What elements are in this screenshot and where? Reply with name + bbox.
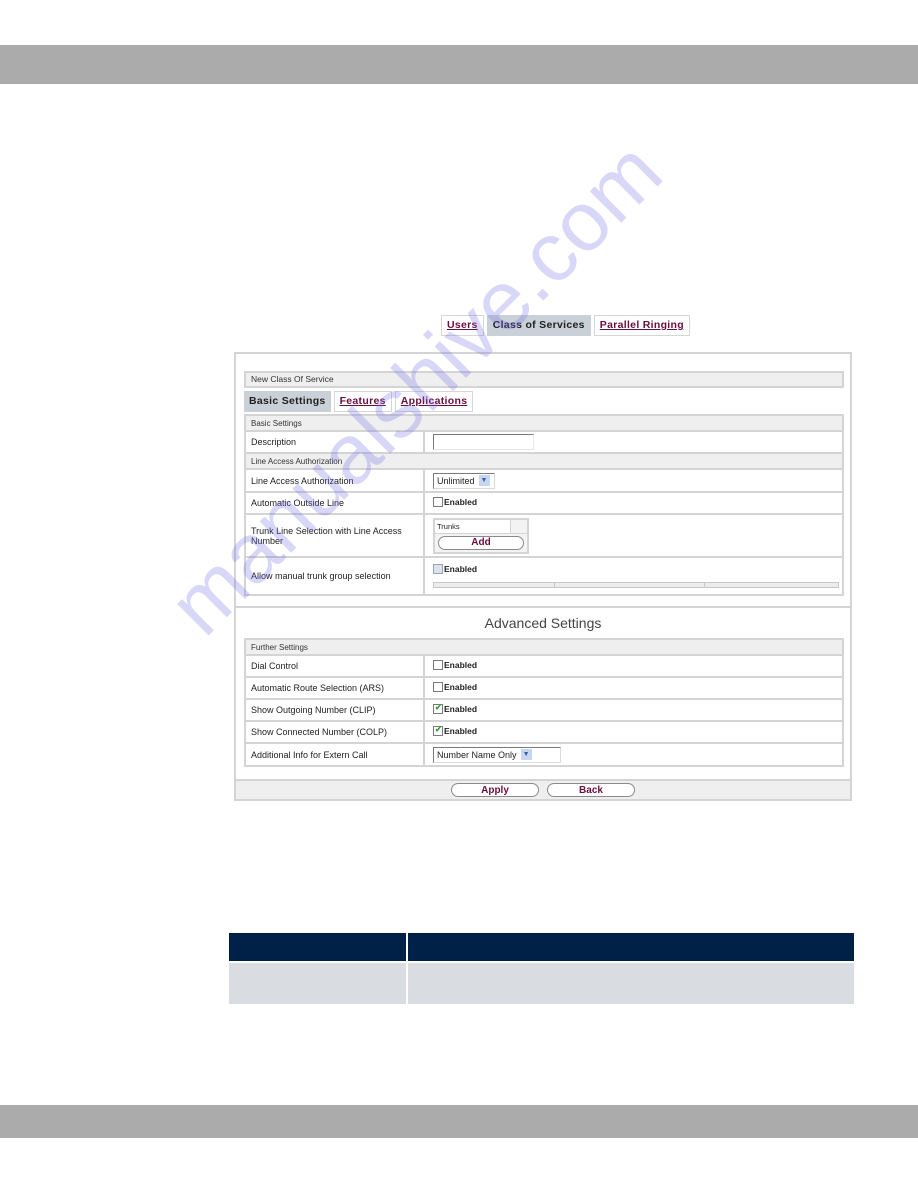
clip-label: Show Outgoing Number (CLIP) (245, 698, 425, 721)
manual-trunk-label: Allow manual trunk group selection (245, 556, 425, 595)
colp-label: Show Connected Number (COLP) (245, 720, 425, 743)
tab-applications[interactable]: Applications (394, 391, 474, 412)
tab-class-of-services[interactable]: Class of Services (486, 315, 591, 336)
checkbox-icon (433, 497, 443, 507)
checkmark-icon (433, 725, 443, 736)
line-access-label: Line Access Authorization (245, 468, 425, 492)
table-cell (407, 961, 854, 1004)
checkbox-icon (433, 682, 443, 692)
basic-settings-table: Basic Settings Description Line Access A… (244, 414, 844, 596)
sub-tabs: Basic Settings Features Applications (244, 391, 474, 412)
trunks-table: Trunks Add (433, 517, 529, 554)
trunks-column-header: Trunks (435, 519, 511, 533)
checkbox-label: Enabled (444, 682, 478, 692)
description-label: Description (245, 430, 425, 453)
apply-button[interactable]: Apply (451, 783, 539, 797)
trunk-group-scrollbar[interactable] (433, 582, 839, 588)
tab-features[interactable]: Features (333, 391, 392, 412)
further-settings-header: Further Settings (245, 639, 843, 655)
bottom-bar (0, 1105, 918, 1138)
manual-trunk-checkbox[interactable]: Enabled (433, 564, 477, 574)
line-access-header: Line Access Authorization (245, 452, 843, 469)
ars-label: Automatic Route Selection (ARS) (245, 676, 425, 699)
trunks-column-spacer (511, 519, 527, 533)
line-access-value: Unlimited (437, 475, 475, 486)
chevron-down-icon: ▼ (478, 475, 490, 486)
clip-checkbox[interactable]: Enabled (433, 703, 478, 714)
strip-segment (434, 583, 556, 587)
trunk-selection-label: Trunk Line Selection with Line Access Nu… (245, 513, 425, 557)
basic-settings-header: Basic Settings (245, 415, 843, 431)
further-settings-table: Further Settings Dial Control Enabled Au… (244, 638, 844, 767)
checkbox-label: Enabled (444, 704, 478, 714)
top-bar (0, 45, 918, 84)
line-access-select[interactable]: Unlimited ▼ (433, 472, 495, 489)
class-of-service-panel: New Class Of Service Basic Settings Feat… (234, 352, 852, 801)
colp-checkbox[interactable]: Enabled (433, 725, 478, 736)
extern-call-value: Number Name Only (437, 749, 517, 760)
checkbox-icon (433, 660, 443, 670)
extern-call-label: Additional Info for Extern Call (245, 742, 425, 766)
table-header-cell (407, 933, 854, 962)
tab-users[interactable]: Users (441, 315, 484, 336)
table-header-row (229, 933, 854, 962)
tab-parallel-ringing[interactable]: Parallel Ringing (593, 315, 690, 336)
dial-control-checkbox[interactable]: Enabled (433, 660, 477, 670)
checkbox-icon (433, 564, 443, 574)
table-row (229, 961, 854, 1004)
extern-call-select[interactable]: Number Name Only ▼ (433, 746, 561, 763)
add-trunk-button[interactable]: Add (438, 535, 524, 550)
strip-segment (705, 583, 838, 587)
table-header-cell (229, 933, 408, 962)
checkmark-icon (433, 703, 443, 714)
description-table (229, 933, 854, 1004)
description-input[interactable] (433, 434, 534, 450)
chevron-down-icon: ▼ (520, 749, 532, 760)
outside-line-label: Automatic Outside Line (245, 491, 425, 514)
panel-footer: Apply Back (236, 779, 850, 799)
checkbox-label: Enabled (444, 660, 478, 670)
checkbox-label: Enabled (444, 497, 478, 507)
tab-basic-settings[interactable]: Basic Settings (244, 391, 331, 412)
back-button[interactable]: Back (547, 783, 635, 797)
checkbox-label: Enabled (444, 726, 478, 736)
advanced-settings-title: Advanced Settings (236, 606, 850, 642)
ars-checkbox[interactable]: Enabled (433, 682, 477, 692)
checkbox-label: Enabled (444, 564, 478, 574)
panel-title: New Class Of Service (244, 371, 844, 388)
dial-control-label: Dial Control (245, 654, 425, 677)
table-cell (229, 961, 408, 1004)
outside-line-checkbox[interactable]: Enabled (433, 497, 477, 507)
main-tabs: Users Class of Services Parallel Ringing (441, 315, 690, 336)
strip-segment (555, 583, 705, 587)
